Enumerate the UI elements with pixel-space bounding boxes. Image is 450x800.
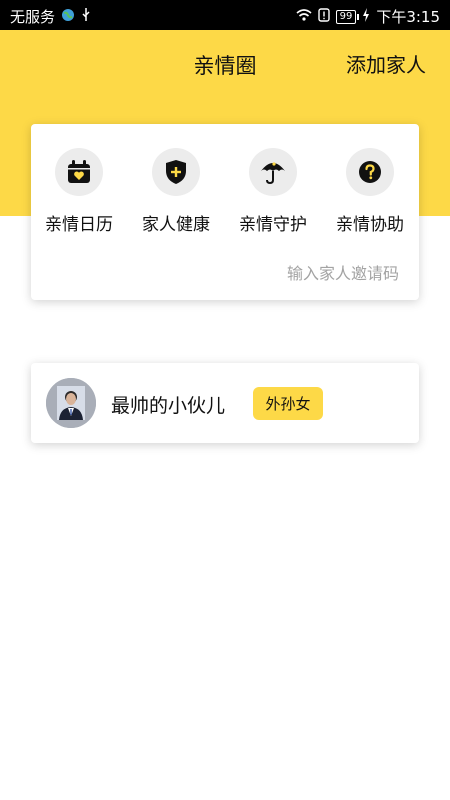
- menu-label: 亲情协助: [336, 215, 404, 235]
- alert-icon: [317, 7, 330, 26]
- feature-menu-card: 亲情日历 家人健康 亲情守护 亲情协助 输入家人邀请码: [31, 124, 419, 300]
- avatar[interactable]: [46, 378, 96, 428]
- umbrella-icon: [249, 148, 297, 196]
- status-left: 无服务: [10, 6, 91, 27]
- menu-label: 亲情守护: [239, 215, 307, 235]
- charging-icon: [362, 7, 370, 26]
- calendar-heart-icon: [55, 148, 103, 196]
- help-icon: [346, 148, 394, 196]
- menu-item-family-guard[interactable]: 亲情守护: [225, 148, 321, 235]
- menu-item-family-health[interactable]: 家人健康: [128, 148, 224, 235]
- menu-item-family-assist[interactable]: 亲情协助: [322, 148, 418, 235]
- shield-plus-icon: [152, 148, 200, 196]
- status-bar: 无服务 99 下午3:15: [0, 0, 450, 30]
- menu-label: 家人健康: [142, 215, 210, 235]
- status-right: 99 下午3:15: [296, 6, 440, 27]
- family-member-card[interactable]: 最帅的小伙儿 外孙女: [31, 363, 419, 443]
- menu-label: 亲情日历: [45, 215, 113, 235]
- add-family-button[interactable]: 添加家人: [346, 49, 426, 78]
- feature-menu: 亲情日历 家人健康 亲情守护 亲情协助: [31, 148, 419, 248]
- battery-indicator: 99: [335, 9, 360, 24]
- menu-item-family-calendar[interactable]: 亲情日历: [31, 148, 127, 235]
- globe-icon: [61, 8, 75, 26]
- invite-code-link[interactable]: 输入家人邀请码: [287, 260, 399, 284]
- relation-badge: 外孙女: [253, 387, 323, 420]
- carrier-text: 无服务: [10, 8, 56, 26]
- member-name: 最帅的小伙儿: [111, 395, 226, 417]
- clock-text: 下午3:15: [376, 8, 440, 26]
- usb-icon: [81, 7, 91, 26]
- wifi-icon: [296, 8, 312, 26]
